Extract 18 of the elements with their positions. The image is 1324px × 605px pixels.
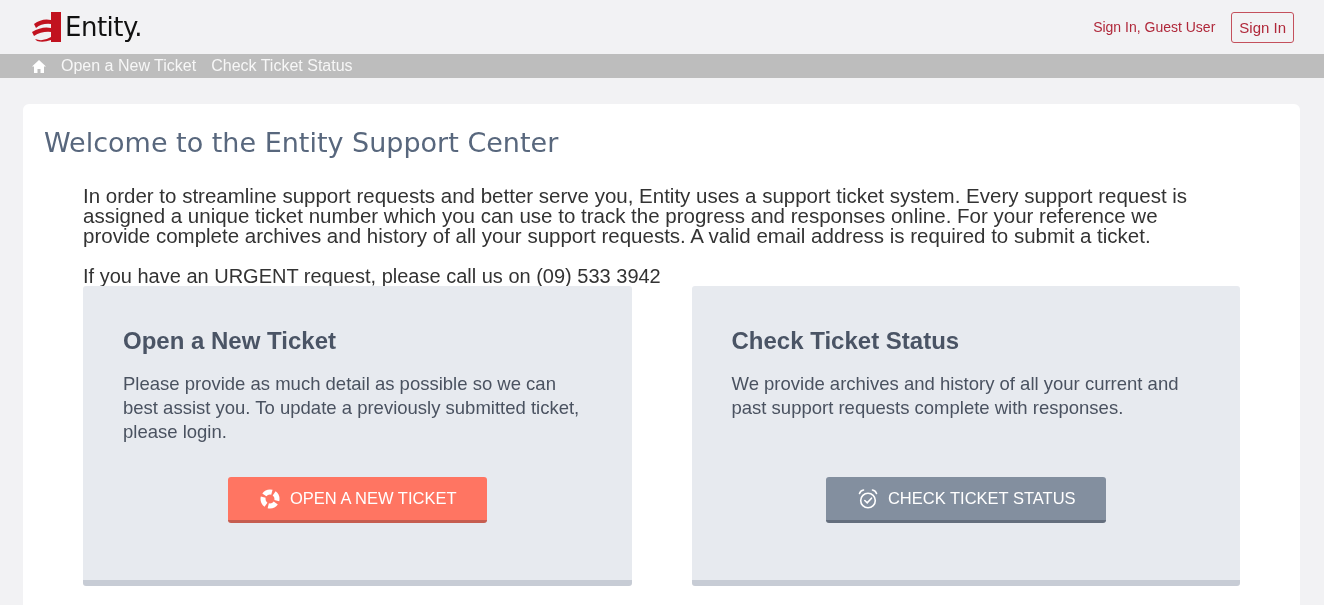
sign-in-button[interactable]: Sign In <box>1231 11 1294 43</box>
logo[interactable]: Entity. <box>32 7 142 47</box>
card-description: We provide archives and history of all your current and past support requests complete with responses. <box>731 372 1180 420</box>
lifebuoy-icon <box>259 488 280 509</box>
open-ticket-button[interactable]: OPEN A NEW TICKET <box>227 477 487 523</box>
intro-paragraph: In order to streamline support requests and better serve you, Entity uses a support ticket system. Every support request is assigned a unique ticket number which you can use to track the progress and responses online. For your reference we provide complete archives and history of all your support requests. A valid email address is required to submit a ticket. <box>83 186 1189 246</box>
alarm-clock-icon <box>857 488 878 509</box>
check-ticket-status-button[interactable]: CHECK TICKET STATUS <box>825 477 1106 523</box>
nav-link[interactable]: Check Ticket Status <box>211 54 353 78</box>
home-icon[interactable] <box>32 59 46 73</box>
urgent-notice: If you have an URGENT request, please call us on (09) 533 3942 <box>83 266 662 286</box>
user-status-text: Sign In, Guest User <box>1093 17 1216 37</box>
nav-link[interactable]: Open a New Ticket <box>61 54 197 78</box>
card-description: Please provide as much detail as possible so we can best assist you. To update a previously submitted ticket, please login. <box>123 372 581 444</box>
page-title: Welcome to the Entity Support Center <box>44 126 560 160</box>
card-title: Open a New Ticket <box>123 326 337 356</box>
logo-icon <box>32 12 61 42</box>
card-title: Check Ticket Status <box>731 326 961 356</box>
